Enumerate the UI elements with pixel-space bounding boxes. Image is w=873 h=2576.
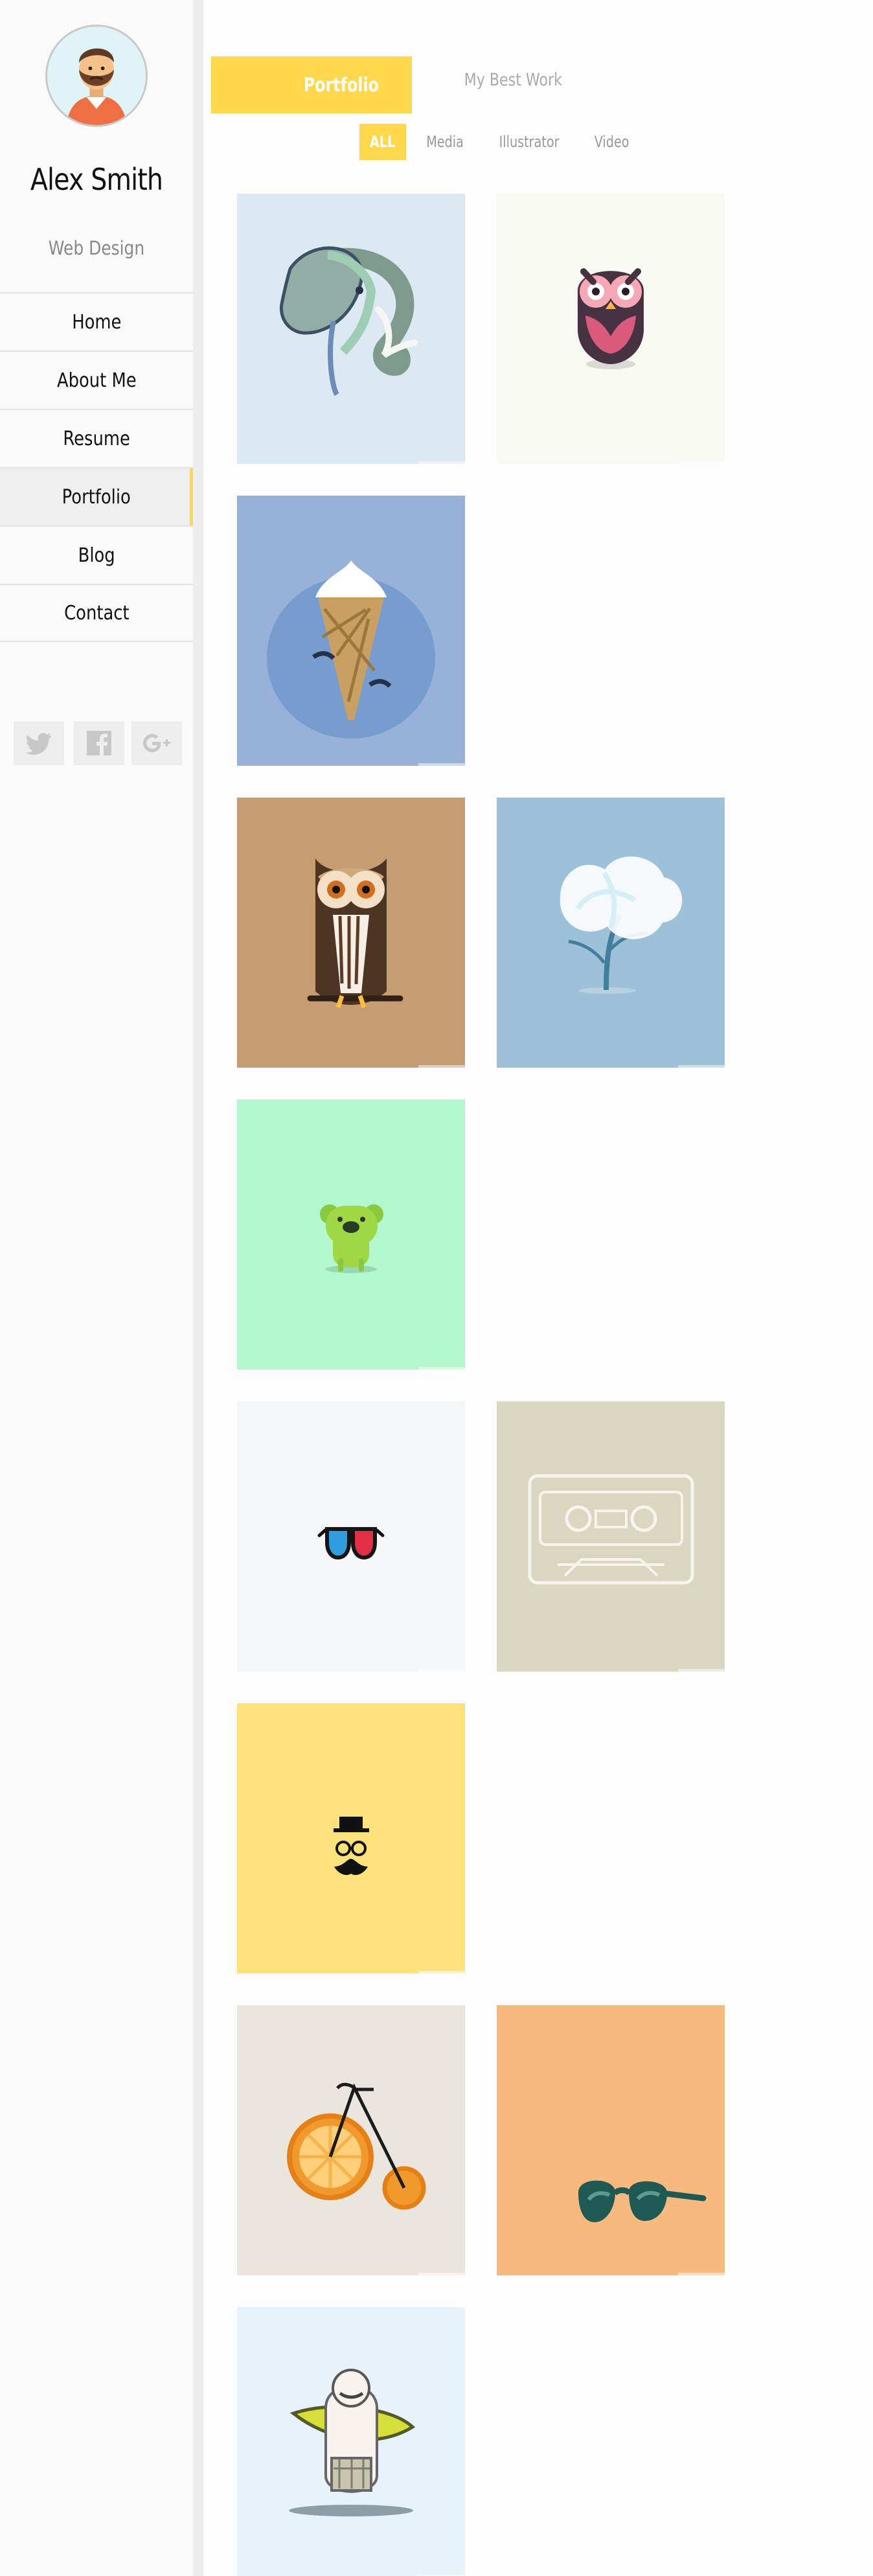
elephant-icon (279, 246, 418, 396)
avatar (45, 25, 148, 127)
filter-video[interactable]: Video (581, 124, 642, 160)
portfolio-item-cassette[interactable] (497, 1401, 725, 1672)
nav-item-label: About Me (56, 369, 137, 392)
portfolio-item-orange-bicycle[interactable] (237, 2005, 465, 2275)
portfolio-item-elephant[interactable] (237, 194, 465, 464)
sunglasses-icon (578, 2180, 707, 2222)
profile-role: Web Design (48, 237, 145, 259)
tile-tag (418, 1065, 465, 1068)
bearded-man-icon (47, 27, 146, 125)
profile-name: Alex Smith (30, 162, 163, 197)
filter-illustrator[interactable]: Illustrator (482, 124, 576, 160)
page-subtitle-label: My Best Work (464, 70, 562, 90)
facebook-link[interactable] (74, 721, 124, 765)
nav-item-portfolio[interactable]: Portfolio (0, 467, 193, 525)
tile-tag (418, 1669, 465, 1672)
page-title: Portfolio (211, 56, 412, 113)
sidebar-nav: Home About Me Resume Portfolio Blog Cont… (0, 292, 193, 642)
tile-tag (678, 461, 725, 464)
tile-tag (418, 461, 465, 464)
google-plus-icon (143, 734, 170, 752)
brown-owl-icon (307, 858, 403, 1009)
nav-item-home[interactable]: Home (0, 292, 193, 351)
nav-item-label: Contact (63, 601, 130, 625)
filter-label: Media (426, 133, 464, 151)
google-plus-link[interactable] (131, 721, 182, 765)
nav-item-resume[interactable]: Resume (0, 409, 193, 467)
koala-icon (320, 1204, 383, 1273)
tile-tag (418, 763, 465, 766)
portfolio-item-ice-cream[interactable] (237, 496, 465, 766)
filter-label: ALL (370, 133, 396, 151)
cassette-icon (528, 1474, 694, 1585)
tile-tag (418, 2273, 465, 2275)
tile-tag (678, 2273, 725, 2275)
tile-tag (678, 1065, 725, 1068)
nav-item-label: Home (71, 310, 122, 334)
page-title-label: Portfolio (304, 74, 380, 96)
nav-item-label: Blog (78, 544, 115, 567)
nav-item-contact[interactable]: Contact (0, 584, 193, 642)
filter-label: Video (594, 133, 629, 151)
portfolio-item-sunglasses[interactable] (497, 2005, 725, 2275)
filter-media[interactable]: Media (413, 124, 477, 160)
nav-item-label: Resume (63, 427, 130, 450)
filter-all[interactable]: ALL (359, 124, 406, 160)
portfolio-item-gentleman[interactable] (237, 1703, 465, 1973)
tile-tag (418, 1971, 465, 1973)
nav-item-blog[interactable]: Blog (0, 525, 193, 584)
twitter-link[interactable] (14, 721, 64, 765)
portfolio-filters: ALL Media Illustrator Video (359, 124, 648, 160)
portfolio-item-koala[interactable] (237, 1099, 465, 1370)
tile-tag (418, 1367, 465, 1370)
nav-item-label: Portfolio (62, 485, 131, 509)
ice-cream-iceberg-icon (237, 496, 465, 766)
3d-glasses-icon (317, 1527, 385, 1560)
owl-icon (578, 268, 644, 369)
twitter-icon (25, 733, 51, 755)
portfolio-item-surfer[interactable] (237, 2307, 465, 2576)
sidebar: Alex Smith Web Design Home About Me Resu… (0, 0, 193, 2576)
surfer-icon (289, 2369, 416, 2516)
portfolio-item-owl[interactable] (497, 194, 725, 464)
gentleman-mustache-icon (334, 1817, 369, 1875)
nav-item-about-me[interactable]: About Me (0, 351, 193, 409)
portfolio-item-brown-owl[interactable] (237, 798, 465, 1068)
page-subtitle: My Best Work (453, 70, 573, 90)
tile-tag (678, 1669, 725, 1672)
orange-bicycle-icon (287, 2082, 426, 2210)
sidebar-divider (193, 0, 203, 2576)
portfolio-item-3d-glasses[interactable] (237, 1401, 465, 1672)
portfolio-item-tree[interactable] (497, 798, 725, 1068)
tree-icon (560, 856, 683, 994)
facebook-icon (87, 731, 111, 755)
filter-label: Illustrator (499, 133, 560, 151)
